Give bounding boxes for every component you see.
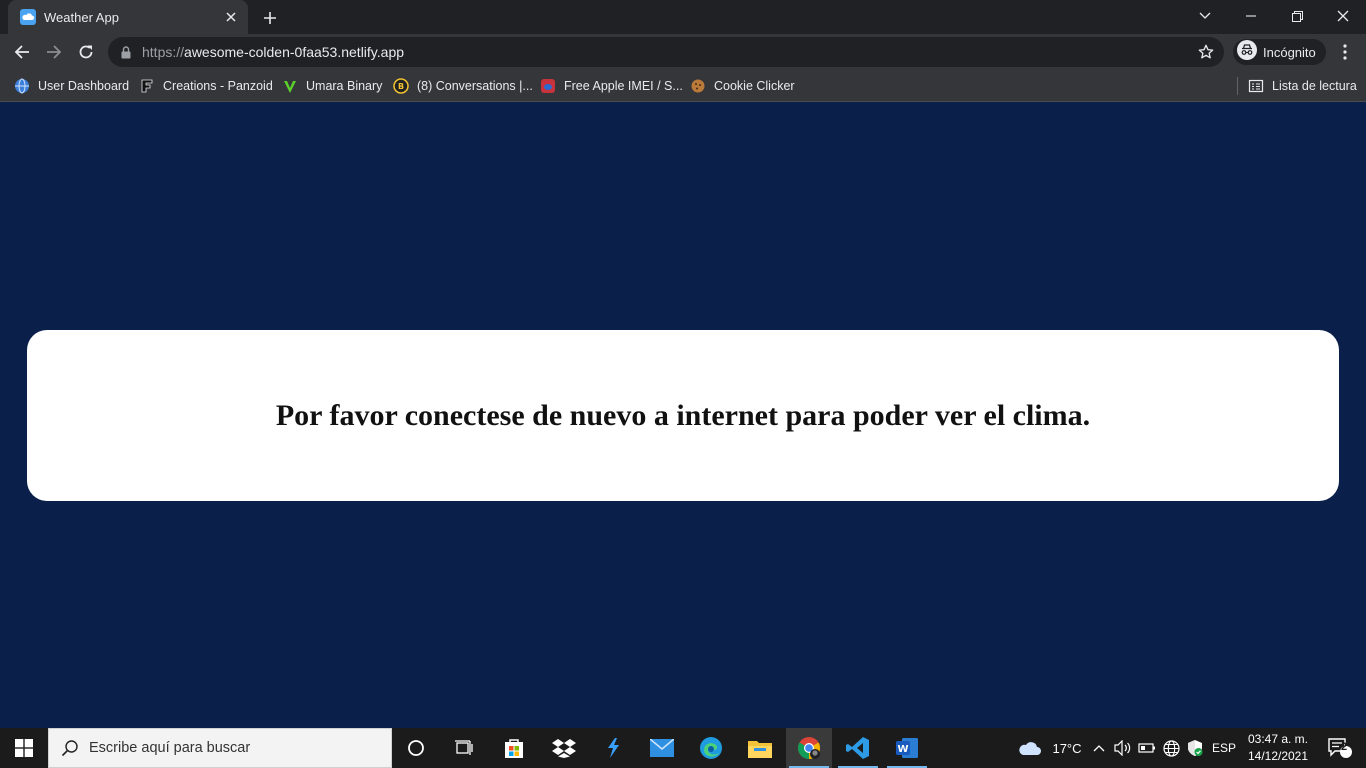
windows-logo-icon xyxy=(15,739,33,757)
bookmark-user-dashboard[interactable]: User Dashboard xyxy=(14,74,129,98)
input-language-indicator[interactable]: ESP xyxy=(1208,728,1240,768)
chrome-button[interactable] xyxy=(786,728,832,768)
pinned-app-button[interactable] xyxy=(590,728,636,768)
vscode-icon xyxy=(846,737,869,759)
offline-message-card: Por favor conectese de nuevo a internet … xyxy=(27,330,1339,501)
close-tab-icon[interactable] xyxy=(220,6,242,28)
start-button[interactable] xyxy=(0,728,48,768)
task-view-button[interactable] xyxy=(441,728,487,768)
windows-taskbar: W 17°C ESP 03:47 a. m. 14/12/2021 2 xyxy=(0,728,1366,768)
bookmark-label: Creations - Panzoid xyxy=(163,79,273,93)
taskbar-search-box[interactable] xyxy=(48,728,392,768)
panzoid-icon xyxy=(139,78,155,94)
bookmarks-separator xyxy=(1237,77,1238,95)
file-explorer-button[interactable] xyxy=(737,728,783,768)
cookie-icon xyxy=(690,78,706,94)
reload-button[interactable] xyxy=(72,38,100,66)
offline-message: Por favor conectese de nuevo a internet … xyxy=(275,398,1091,432)
browser-toolbar: https://awesome-colden-0faa53.netlify.ap… xyxy=(0,34,1366,70)
minimize-button[interactable] xyxy=(1228,0,1274,32)
reading-list-label: Lista de lectura xyxy=(1272,79,1357,93)
browser-menu-icon[interactable] xyxy=(1332,38,1358,66)
bookmark-creations-panzoid[interactable]: Creations - Panzoid xyxy=(139,74,273,98)
tab-title: Weather App xyxy=(44,9,119,25)
dropbox-button[interactable] xyxy=(541,728,587,768)
bookmark-conversations[interactable]: B (8) Conversations |... xyxy=(393,74,533,98)
bookmark-free-apple-imei[interactable]: Free Apple IMEI / S... xyxy=(540,74,683,98)
restore-button[interactable] xyxy=(1274,0,1320,32)
notification-center-button[interactable]: 2 xyxy=(1318,728,1362,768)
umara-leaf-icon xyxy=(282,78,298,94)
bookmark-label: (8) Conversations |... xyxy=(417,79,533,93)
show-hidden-icons-chevron-icon[interactable] xyxy=(1090,728,1108,768)
bookmark-label: Umara Binary xyxy=(306,79,383,93)
weather-widget[interactable]: 17°C xyxy=(1010,728,1090,768)
lock-icon[interactable] xyxy=(120,45,132,59)
notification-count: 2 xyxy=(1340,741,1348,753)
dropbox-icon xyxy=(552,739,576,758)
mail-button[interactable] xyxy=(639,728,685,768)
vscode-button[interactable] xyxy=(835,728,881,768)
store-bag-icon xyxy=(505,739,523,758)
volume-icon[interactable] xyxy=(1112,728,1134,768)
chrome-icon xyxy=(798,737,820,759)
new-tab-button[interactable] xyxy=(257,5,283,31)
weather-app-favicon-icon xyxy=(20,9,36,25)
battery-icon[interactable] xyxy=(1136,728,1158,768)
network-globe-icon[interactable] xyxy=(1160,728,1182,768)
bookmark-cookie-clicker[interactable]: Cookie Clicker xyxy=(690,74,795,98)
edge-button[interactable] xyxy=(688,728,734,768)
clock-date: 14/12/2021 xyxy=(1247,749,1309,763)
page-viewport: Por favor conectese de nuevo a internet … xyxy=(0,103,1366,728)
tab-search-chevron-icon[interactable] xyxy=(1182,0,1228,32)
bookmark-label: Cookie Clicker xyxy=(714,79,795,93)
dashboard-globe-icon xyxy=(14,78,30,94)
tab-weather-app[interactable]: Weather App xyxy=(8,0,248,34)
mail-envelope-icon xyxy=(650,739,674,757)
security-shield-icon[interactable] xyxy=(1184,728,1206,768)
incognito-profile-button[interactable]: Incógnito xyxy=(1233,39,1326,65)
microsoft-store-button[interactable] xyxy=(491,728,537,768)
tab-strip: Weather App xyxy=(0,0,1366,34)
taskbar-clock[interactable]: 03:47 a. m. 14/12/2021 xyxy=(1242,730,1314,766)
edge-browser-icon xyxy=(700,737,722,759)
url-scheme: https:// xyxy=(142,44,185,60)
search-icon xyxy=(61,739,79,757)
bookmark-label: User Dashboard xyxy=(38,79,130,93)
close-window-button[interactable] xyxy=(1320,0,1366,32)
apple-imei-icon xyxy=(540,78,556,94)
bookmarks-bar: User Dashboard Creations - Panzoid Umara… xyxy=(0,70,1366,102)
lightning-app-icon xyxy=(608,738,619,758)
task-view-icon xyxy=(455,740,473,755)
folder-icon xyxy=(748,741,772,758)
forward-button[interactable] xyxy=(40,38,68,66)
incognito-icon xyxy=(1237,39,1257,65)
svg-text:W: W xyxy=(897,744,908,755)
address-bar[interactable]: https://awesome-colden-0faa53.netlify.ap… xyxy=(108,37,1224,67)
reading-list-button[interactable]: Lista de lectura xyxy=(1248,74,1357,98)
cortana-circle-icon xyxy=(408,740,424,756)
bookmark-star-icon[interactable] xyxy=(1192,38,1220,66)
cloud-icon xyxy=(1019,742,1042,755)
bookmark-umara-binary[interactable]: Umara Binary xyxy=(282,74,382,98)
word-icon: W xyxy=(896,738,918,758)
conversations-icon: B xyxy=(393,78,409,94)
weather-temperature: 17°C xyxy=(1052,740,1082,756)
url-host: awesome-colden-0faa53.netlify.app xyxy=(184,44,405,60)
language-code: ESP xyxy=(1211,741,1236,755)
incognito-label: Incógnito xyxy=(1263,44,1316,60)
bookmark-label: Free Apple IMEI / S... xyxy=(564,79,683,93)
cortana-button[interactable] xyxy=(393,728,439,768)
svg-text:B: B xyxy=(398,82,404,91)
taskbar-search-input[interactable] xyxy=(89,740,369,756)
word-button[interactable]: W xyxy=(884,728,930,768)
url-text[interactable]: https://awesome-colden-0faa53.netlify.ap… xyxy=(142,44,1192,60)
clock-time: 03:47 a. m. xyxy=(1247,732,1309,746)
back-button[interactable] xyxy=(8,38,36,66)
reading-list-icon xyxy=(1248,78,1264,94)
